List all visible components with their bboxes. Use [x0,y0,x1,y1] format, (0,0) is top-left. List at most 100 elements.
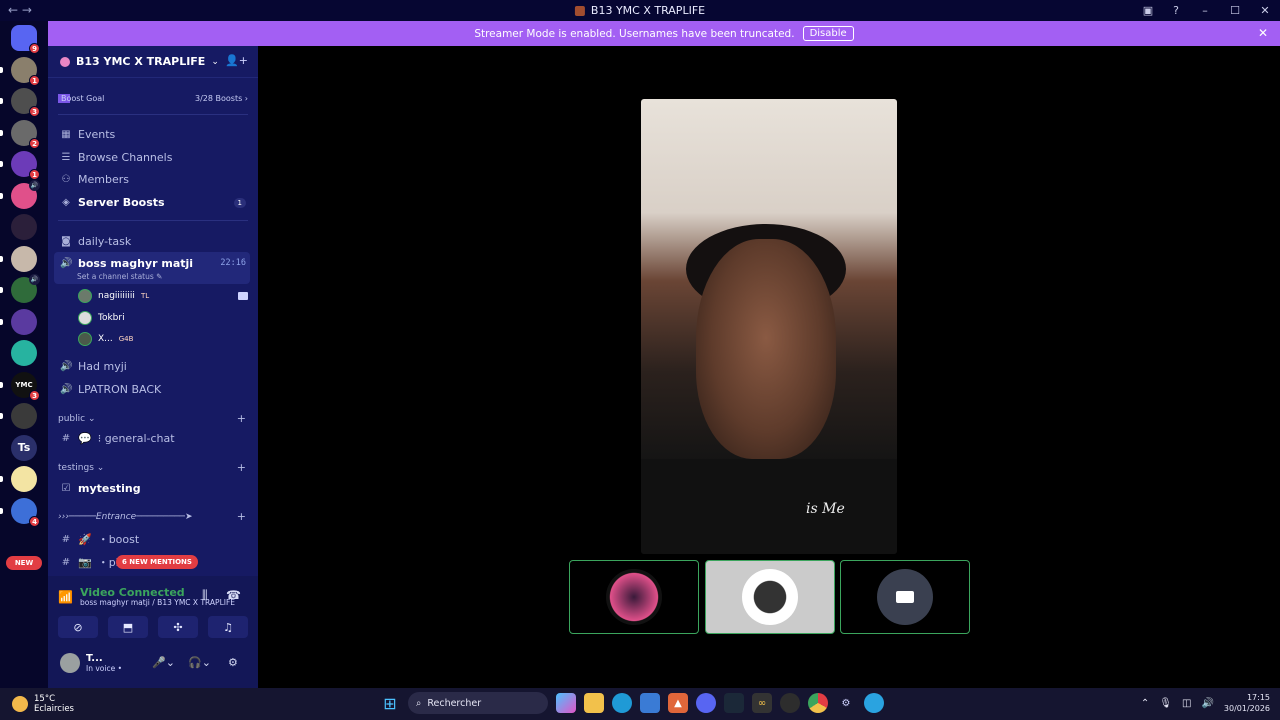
menu-members[interactable]: ⚇ Members [60,173,129,186]
server-icon[interactable]: 3 [0,88,40,117]
avatar [742,569,798,625]
minimize-button[interactable]: – [1190,4,1220,17]
unread-indicator [0,413,3,419]
game-icon[interactable] [780,693,800,713]
server-header[interactable]: B13 YMC X TRAPLIFE ⌄ 👤+ [48,46,258,78]
category-entrance[interactable]: ›››─────Entrance─────────➤ [58,512,193,522]
new-mentions-pill[interactable]: 6 NEW MENTIONS [116,555,198,569]
menu-browse-channels[interactable]: ☰ Browse Channels [60,151,173,164]
settings-icon[interactable]: ⚙ [836,693,856,713]
voice-user[interactable]: Tokbri [78,311,125,325]
server-icon[interactable]: YMC 3 [0,371,40,401]
mention-badge: 2 [29,137,40,149]
user-name: X... [98,334,113,344]
add-channel-icon[interactable]: + [237,461,246,474]
discord-icon[interactable] [696,693,716,713]
steam-icon[interactable] [724,693,744,713]
server-icon[interactable] [0,308,37,335]
windows-start-icon[interactable]: ⊞ [380,693,400,713]
maximize-button[interactable]: ☐ [1220,4,1250,17]
headphones-icon[interactable]: 🎧⌄ [188,656,211,669]
invite-people-icon[interactable]: 👤+ [225,54,248,67]
server-icon[interactable]: 4 [0,497,40,527]
telegram-icon[interactable] [864,693,884,713]
activities-icon[interactable]: ✣ [158,616,198,638]
mention-badge: 3 [29,106,40,117]
user-name: nagiiiiiiii [98,291,135,301]
screen-share-icon[interactable]: ⬒ [108,616,148,638]
store-icon[interactable] [640,693,660,713]
new-unreads-pill[interactable]: NEW [6,556,42,570]
server-icon[interactable]: Ts [11,434,37,461]
boost-icon: ◈ [62,197,70,208]
user-tag: TL [140,292,150,300]
channel-mytesting[interactable]: ☑ mytesting [60,482,141,495]
add-channel-icon[interactable]: + [237,510,246,523]
divider [58,114,248,115]
cast-icon[interactable]: ▣ [1134,4,1162,17]
category-label: ›››─────Entrance─────────➤ [58,512,193,522]
video-camera-icon [896,591,914,603]
category-testings[interactable]: testings ⌄ [58,463,104,473]
close-icon[interactable]: ✕ [1258,26,1268,40]
menu-server-boosts[interactable]: ◈ Server Boosts [60,196,164,209]
server-icon[interactable] [11,340,37,366]
server-icon[interactable]: 🔊 [0,179,40,209]
main-video-feed[interactable]: is Me [641,99,897,554]
category-public[interactable]: public ⌄ [58,414,96,424]
soundboard-icon[interactable]: ♫ [208,616,248,638]
settings-gear-icon[interactable]: ⚙ [228,656,238,669]
copilot-icon[interactable] [556,693,576,713]
app-orange-icon[interactable]: ▲ [668,693,688,713]
temperature: 15°C [34,694,56,704]
disable-button[interactable]: Disable [802,26,854,41]
participant-tile-selected[interactable] [705,560,835,634]
server-icon[interactable] [0,245,37,272]
channel-boost[interactable]: # 🚀 ・boost [60,531,139,547]
close-button[interactable]: ✕ [1250,4,1280,17]
file-explorer-icon[interactable] [584,693,604,713]
nav-arrows[interactable]: ← → [8,3,32,17]
server-icon[interactable]: 🔊 [0,274,40,303]
voice-user[interactable]: X... G4B [78,332,133,346]
server-icon[interactable] [0,466,37,492]
menu-events[interactable]: ▦ Events [60,128,115,141]
avatar [78,311,92,325]
participant-tile[interactable] [840,560,970,634]
microphone-icon[interactable]: 🎤⌄ [152,656,175,669]
game-launcher-icon[interactable]: ∞ [752,693,772,713]
add-channel-icon[interactable]: + [237,412,246,425]
channel-general-chat[interactable]: # 💬 ⁝ general-chat [60,432,175,445]
camera-off-icon[interactable]: ⊘ [58,616,98,638]
volume-icon[interactable]: 🔊 [1201,698,1213,709]
server-icon[interactable]: 9 [11,25,40,54]
server-icon[interactable]: 1 [0,56,40,86]
edge-icon[interactable] [612,693,632,713]
mention-badge: 1 [29,74,40,86]
voice-user[interactable]: nagiiiiiiii TL [78,289,149,303]
network-icon[interactable]: ◫ [1182,698,1191,709]
participant-tile[interactable] [569,560,699,634]
server-icon[interactable]: 1 [0,151,40,180]
microphone-icon[interactable]: 🎙 [1159,698,1172,709]
chevron-up-icon[interactable]: ⌃ [1141,698,1149,709]
voice-channel-active[interactable]: 🔊 boss maghyr matji [60,257,193,270]
chrome-icon[interactable] [808,693,828,713]
help-icon[interactable]: ? [1162,4,1190,17]
weather-widget[interactable]: 15°C Eclaircies [12,694,74,714]
server-icon[interactable] [0,403,37,429]
voice-channel[interactable]: 🔊 LPATRON BACK [60,383,161,396]
server-icon[interactable] [11,214,37,240]
channel-daily-task[interactable]: ◙ daily-task [60,235,131,248]
video-subject-shirt: is Me [641,459,897,554]
user-area[interactable]: T... In voice • [60,653,122,673]
disconnect-icon[interactable]: ☎ [226,588,241,602]
channel-status-prompt[interactable]: Set a channel status ✎ [77,272,162,281]
voice-channel[interactable]: 🔊 Had myji [60,360,127,373]
clock[interactable]: 17:15 30/01/2026 [1224,692,1270,714]
search-input[interactable]: ⌕ Rechercher [408,692,548,714]
boost-goal-label: Boost Goal [58,93,105,103]
server-icon[interactable]: 2 [0,119,40,149]
noise-suppression-icon[interactable]: ⫼ [202,588,208,603]
boost-goal[interactable]: Boost Goal 3/28 Boosts › [58,90,248,106]
